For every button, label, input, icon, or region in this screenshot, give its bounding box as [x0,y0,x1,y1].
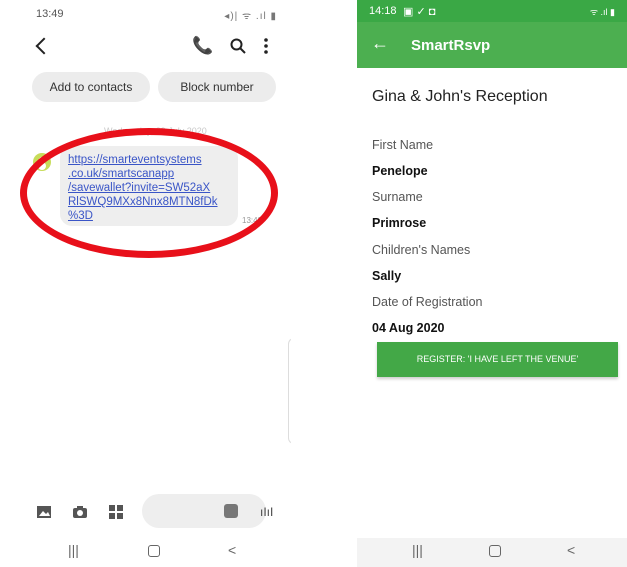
back-button[interactable]: < [228,542,236,558]
smartrsvp-screen: 14:18 ▣ ✓ ◘ ᯤ .ıl ▮ ← SmartRsvp Gina & J… [357,0,627,567]
surname-label: Surname [372,190,423,204]
status-icons-left: ▣ ✓ ◘ [403,6,436,18]
message-input[interactable] [142,494,266,528]
status-time: 13:49 [36,8,64,20]
first-name-value: Penelope [372,164,428,178]
app-title: SmartRsvp [411,37,491,54]
registration-date-value: 04 Aug 2020 [372,321,445,335]
camera-icon[interactable] [72,505,88,519]
phone-icon[interactable]: 📞 [192,36,213,56]
apps-icon[interactable] [109,505,123,519]
status-icons: ᯤ .ıl ▮ [589,7,615,17]
app-bar: ← SmartRsvp [357,22,627,68]
more-vertical-icon[interactable] [264,38,268,54]
children-names-label: Children's Names [372,243,471,257]
add-to-contacts-button[interactable]: Add to contacts [32,72,150,102]
block-number-button[interactable]: Block number [158,72,276,102]
status-icons: ◂)| ᯤ .ıl ▮ [224,11,277,22]
nav-bar: ||| < [16,538,291,567]
register-left-venue-button[interactable]: REGISTER: 'I HAVE LEFT THE VENUE' [377,342,618,377]
home-button[interactable] [489,545,501,557]
back-icon[interactable] [35,37,53,55]
children-names-value: Sally [372,269,402,283]
event-title: Gina & John's Reception [372,88,548,105]
voice-icon[interactable]: ıIıI [260,505,273,519]
back-arrow-icon[interactable]: ← [371,33,389,54]
home-button[interactable] [148,545,160,557]
search-icon[interactable] [230,38,246,54]
messages-screen: 13:49 ◂)| ᯤ .ıl ▮ 📞 Add to contacts Bloc… [16,0,291,567]
back-button[interactable]: < [567,542,575,558]
edge-panel-handle[interactable] [288,338,291,444]
first-name-label: First Name [372,138,434,152]
surname-value: Primrose [372,216,427,230]
registration-date-label: Date of Registration [372,295,483,309]
recents-button[interactable]: ||| [68,542,79,558]
status-time: 14:18 [369,5,397,17]
status-bar: 14:18 ▣ ✓ ◘ ᯤ .ıl ▮ [357,0,627,22]
gallery-icon[interactable] [36,505,52,519]
highlight-circle [20,128,278,258]
nav-bar: ||| < [357,538,627,567]
recents-button[interactable]: ||| [412,542,423,558]
sticker-icon[interactable] [224,504,238,518]
